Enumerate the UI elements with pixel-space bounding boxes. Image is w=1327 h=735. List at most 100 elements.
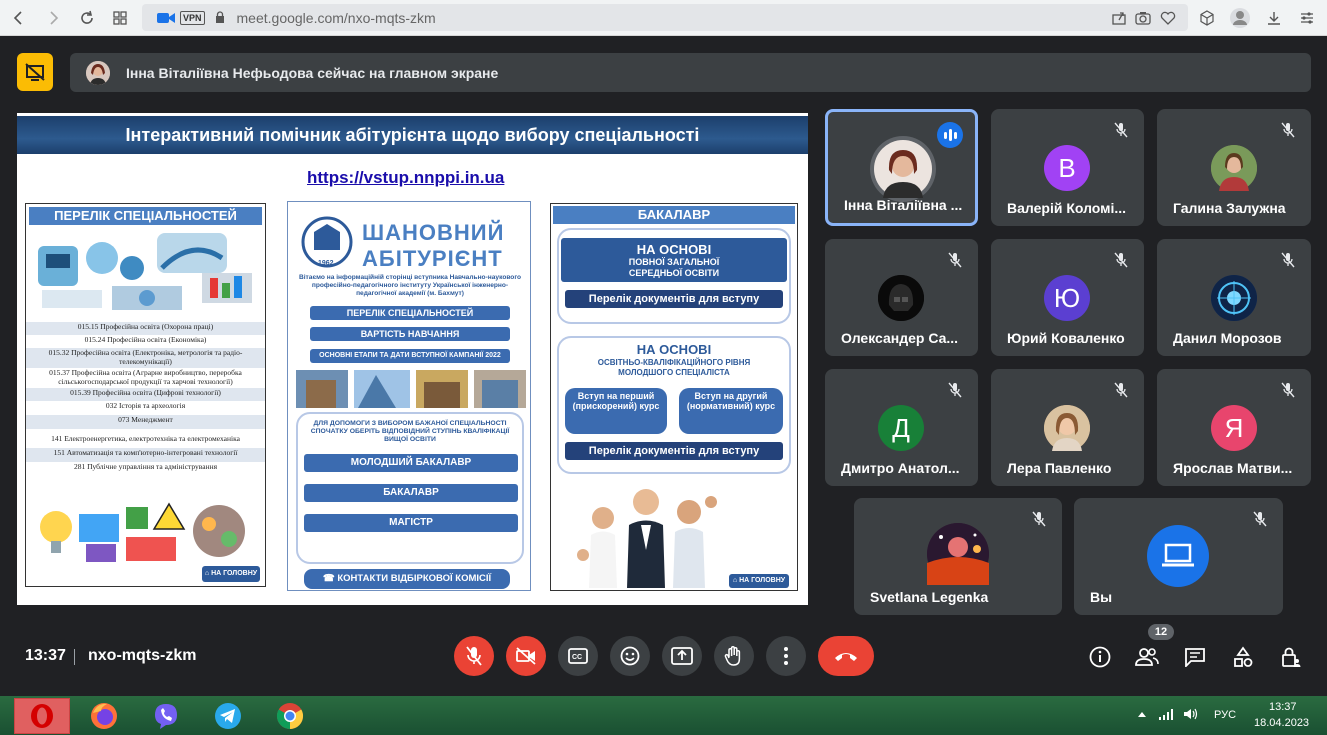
website-link[interactable]: https://vstup.nnppi.in.ua [307, 168, 504, 188]
home-button[interactable]: ⌂ НА ГОЛОВНУ [202, 566, 260, 582]
participant-tile[interactable]: Лера Павленко [991, 369, 1144, 486]
meeting-time: 13:37 [25, 647, 66, 664]
list-item[interactable]: 032 Історія та археологія [26, 401, 265, 415]
more-options-button[interactable] [766, 636, 806, 676]
participant-tile[interactable]: В Валерій Коломі... [991, 109, 1144, 226]
participant-name: Валерій Коломі... [1007, 200, 1127, 216]
reactions-button[interactable] [610, 636, 650, 676]
full-secondary-box[interactable]: НА ОСНОВІ ПОВНОЇ ЗАГАЛЬНОЇ СЕРЕДНЬОЇ ОСВ… [561, 238, 787, 282]
documents-button-1[interactable]: Перелік документів для вступу [565, 290, 783, 308]
mic-toggle-button[interactable] [454, 636, 494, 676]
participants-button[interactable] [1133, 643, 1161, 671]
panel2-title: НА ОСНОВІ [636, 342, 712, 357]
list-item[interactable]: 015.32 Професійна освіта (Електроніка, м… [26, 348, 265, 368]
list-item[interactable]: 073 Менеджмент [26, 415, 265, 429]
bachelor-button[interactable]: БАКАЛАВР [304, 484, 518, 502]
chat-icon [1185, 648, 1205, 667]
camera-outline-icon [1134, 12, 1151, 25]
telegram-taskbar-button[interactable] [200, 698, 256, 734]
home-button-right[interactable]: ⌂ НА ГОЛОВНУ [729, 574, 789, 588]
cube-icon [1199, 10, 1214, 26]
mic-off-icon [1277, 379, 1299, 401]
host-controls-button[interactable] [1277, 643, 1305, 671]
mic-off-icon [1110, 119, 1132, 141]
contacts-button[interactable]: ☎ КОНТАКТИ ВІДБІРКОВОЇ КОМІСІЇ [304, 569, 510, 589]
cost-button[interactable]: ВАРТІСТЬ НАВЧАННЯ [310, 327, 510, 341]
participant-tile-self[interactable]: Вы [1074, 498, 1283, 615]
reload-button[interactable] [72, 3, 102, 33]
participant-tile[interactable]: Олександер Са... [825, 239, 978, 356]
mic-off-icon [1277, 249, 1299, 271]
back-button[interactable] [4, 3, 34, 33]
activities-button[interactable] [1229, 643, 1257, 671]
present-now-button[interactable] [662, 636, 702, 676]
avatar: В [1044, 145, 1090, 191]
clock-date[interactable]: 18.04.2023 [1254, 717, 1309, 729]
camera-toggle-button[interactable] [506, 636, 546, 676]
viber-taskbar-button[interactable] [138, 698, 194, 734]
professions-illustration [34, 499, 259, 569]
list-item[interactable]: 015.24 Професійна освіта (Економіка) [26, 335, 265, 348]
download-icon [1267, 12, 1280, 25]
documents-button-2[interactable]: Перелік документів для вступу [565, 442, 783, 460]
captions-icon: CC [568, 648, 588, 664]
chevron-up-icon[interactable] [1138, 711, 1146, 717]
laptop-icon [1162, 543, 1194, 567]
participant-tile[interactable]: Данил Морозов [1157, 239, 1311, 356]
presenter-banner: Інна Віталіївна Нефьодова сейчас на глав… [70, 53, 1311, 92]
meet-stage: Інна Віталіївна Нефьодова сейчас на глав… [0, 37, 1327, 696]
first-course-button[interactable]: Вступ на перший (прискорений) курс [565, 388, 667, 434]
network-icon[interactable] [1159, 708, 1175, 720]
address-bar[interactable]: VPN meet.google.com/nxo-mqts-zkm [142, 4, 1188, 31]
list-item[interactable]: 015.15 Професійна освіта (Охорона праці) [26, 322, 265, 335]
list-item[interactable]: 015.37 Професійна освіта (Аграрне виробн… [26, 368, 265, 388]
lock-icon [215, 11, 224, 23]
opera-taskbar-button[interactable] [14, 698, 70, 734]
participant-name: Дмитро Анатол... [841, 460, 960, 476]
specialties-button[interactable]: ПЕРЕЛІК СПЕЦІАЛЬНОСТЕЙ [310, 306, 510, 320]
easy-setup-button[interactable] [1290, 3, 1323, 33]
firefox-taskbar-button[interactable] [76, 698, 132, 734]
participant-tile[interactable]: Ю Юрий Коваленко [991, 239, 1144, 356]
phone-hangup-icon [835, 653, 857, 661]
second-course-button[interactable]: Вступ на другий (нормативний) курс [679, 388, 783, 434]
participant-tile[interactable]: Інна Віталіївна ... [825, 109, 978, 226]
list-item[interactable]: 141 Електроенергетика, електротехніка та… [26, 429, 265, 448]
meeting-details-button[interactable] [1086, 643, 1114, 671]
master-button[interactable]: МАГІСТР [304, 514, 518, 532]
raise-hand-button[interactable] [714, 636, 754, 676]
panel2-subtitle: ОСВІТНЬО-КВАЛІФІКАЦІЙНОГО РІВНЯ МОЛОДШОГ… [597, 358, 751, 377]
participant-tile[interactable]: Svetlana Legenka [854, 498, 1062, 615]
contacts-label: КОНТАКТИ ВІДБІРКОВОЇ КОМІСІЇ [337, 573, 492, 584]
mic-off-icon [944, 379, 966, 401]
downloads-button[interactable] [1257, 3, 1290, 33]
bookmark-button[interactable] [1151, 3, 1184, 33]
input-language[interactable]: РУС [1214, 709, 1236, 721]
profile-button[interactable] [1223, 3, 1256, 33]
clock-time[interactable]: 13:37 [1269, 701, 1297, 713]
volume-icon[interactable] [1183, 708, 1199, 720]
list-item[interactable]: 151 Автоматизація та комп'ютерно-інтегро… [26, 448, 265, 462]
stop-presenting-badge[interactable] [17, 53, 53, 91]
list-item[interactable]: 015.39 Професійна освіта (Цифрові технол… [26, 388, 265, 401]
stages-button[interactable]: ОСНОВНІ ЕТАПИ ТА ДАТИ ВСТУПНОЇ КАМПАНІЇ … [310, 349, 510, 363]
participant-tile[interactable]: Я Ярослав Матви... [1157, 369, 1311, 486]
list-item[interactable]: 281 Публічне управління та адмініструван… [26, 462, 265, 476]
chrome-taskbar-button[interactable] [262, 698, 318, 734]
chat-button[interactable] [1181, 643, 1209, 671]
extensions-button[interactable] [1190, 3, 1223, 33]
vpn-badge[interactable]: VPN [180, 10, 205, 25]
participant-name: Юрий Коваленко [1007, 330, 1125, 346]
bachelor-column: БАКАЛАВР НА ОСНОВІ ПОВНОЇ ЗАГАЛЬНОЇ СЕРЕ… [550, 203, 798, 591]
leave-call-button[interactable] [818, 636, 874, 676]
home-button-label: НА ГОЛОВНУ [739, 577, 786, 584]
participant-tile[interactable]: Галина Залужна [1157, 109, 1311, 226]
welcome-title-1: ШАНОВНИЙ [362, 220, 505, 245]
speed-dial-button[interactable] [105, 3, 135, 33]
participant-tile[interactable]: Д Дмитро Анатол... [825, 369, 978, 486]
institute-logo: 1962 [300, 216, 354, 272]
lock-person-icon [1282, 647, 1301, 667]
junior-bachelor-button[interactable]: МОЛОДШИЙ БАКАЛАВР [304, 454, 518, 472]
captions-button[interactable]: CC [558, 636, 598, 676]
forward-button[interactable] [38, 3, 68, 33]
